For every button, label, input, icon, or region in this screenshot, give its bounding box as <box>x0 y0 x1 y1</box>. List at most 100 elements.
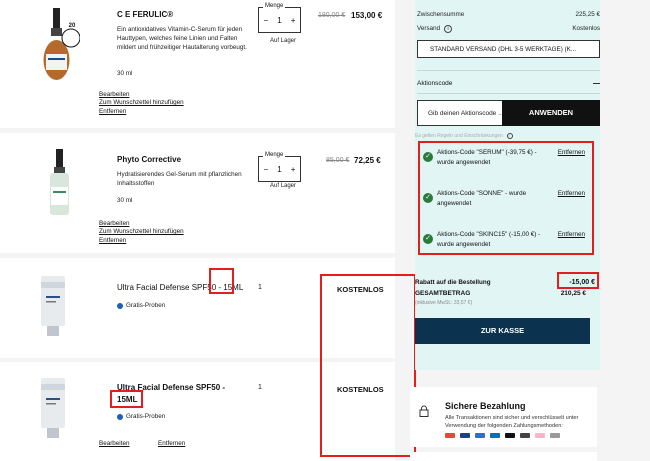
check-icon: ✓ <box>423 234 433 244</box>
remove-promo-link[interactable]: Entfernen <box>558 148 585 158</box>
subtotal-row: Zwischensumme 225,25 € <box>417 11 600 18</box>
vat-note: (inklusive MwSt.: 33,57 €) <box>415 300 473 306</box>
secure-payment-text: Alle Transaktionen sind sicher und versc… <box>445 415 579 429</box>
total-label: GESAMTBETRAG <box>415 290 471 297</box>
total-row: GESAMTBETRAG 210,25 € <box>415 290 600 297</box>
cart-item-sample-1: Ultra Facial Defense SPF50 - 15ML Gratis… <box>0 258 395 358</box>
free-sample-tag: Gratis-Proben <box>117 413 165 420</box>
product-name-line2: 15ML <box>117 395 138 404</box>
product-description: Ein antioxidatives Vitamin-C-Serum für j… <box>117 26 247 51</box>
edit-link[interactable]: Bearbeiten <box>99 440 129 449</box>
quantity-value: 1 <box>258 384 262 391</box>
shipping-row: Versand i Kostenlos <box>417 25 600 33</box>
decrease-button[interactable]: − <box>264 16 269 25</box>
subtotal-label: Zwischensumme <box>417 11 465 18</box>
remove-link[interactable]: Entfernen <box>158 440 185 449</box>
klarna-icon <box>535 433 545 438</box>
subtotal-value: 225,25 € <box>575 11 600 18</box>
ce-ferulic-bottle-image <box>43 8 80 80</box>
add-to-wishlist-link[interactable]: Zum Wunschzettel hinzufügen <box>99 228 184 237</box>
order-summary: Zwischensumme 225,25 € Versand i Kostenlo… <box>415 0 600 370</box>
product-name: Phyto Corrective <box>117 155 182 164</box>
promo-section-label: Aktionscode <box>417 80 453 87</box>
promo-code-section-header[interactable]: Aktionscode <box>417 80 600 87</box>
check-icon: ✓ <box>423 193 433 203</box>
checkout-button[interactable]: ZUR KASSE <box>415 318 590 344</box>
product-size: 30 ml <box>117 197 133 204</box>
increase-button[interactable]: + <box>291 165 296 174</box>
promo-text: Aktions-Code "SONNE" - wurde angewendet <box>437 190 527 207</box>
product-name: Ultra Facial Defense SPF50 - 15ML <box>117 283 244 292</box>
terms-note: Es gelten Regeln und Einschränkungen i <box>415 133 513 139</box>
info-icon[interactable]: i <box>444 25 453 33</box>
quantity-value[interactable]: 1 <box>277 165 281 174</box>
decrease-button[interactable]: − <box>264 165 269 174</box>
secure-payment-title: Sichere Bezahlung <box>445 401 526 411</box>
divider <box>417 93 600 94</box>
promo-text: Aktions-Code "SKINC15" (-15,00 €) - wurd… <box>437 231 541 248</box>
spf-tube-image <box>41 378 65 438</box>
sample-dot-icon <box>117 413 123 420</box>
free-sample-label: Gratis-Proben <box>126 302 166 309</box>
phyto-corrective-bottle-image <box>50 149 69 215</box>
product-size: 30 ml <box>117 70 133 77</box>
remove-link[interactable]: Entfernen <box>99 108 126 117</box>
quantity-stepper[interactable]: Menge − 1 + <box>258 152 301 182</box>
free-sample-label: Gratis-Proben <box>126 413 166 420</box>
free-sample-tag: Gratis-Proben <box>117 302 165 309</box>
shipping-value: Kostenlos <box>572 25 600 32</box>
check-icon: ✓ <box>423 152 433 162</box>
divider <box>417 70 600 71</box>
cart-items: 20 C E FERULIC® Ein antioxidatives Vitam… <box>0 0 395 461</box>
secure-payment-card: Sichere Bezahlung Alle Transaktionen sin… <box>410 387 597 447</box>
new-price: 72,25 € <box>354 156 381 165</box>
cart-item-sample-2: Ultra Facial Defense SPF50 - 15ML Gratis… <box>0 362 395 461</box>
remove-promo-link[interactable]: Entfernen <box>558 230 585 240</box>
free-price: KOSTENLOS <box>337 285 384 294</box>
stock-status: Auf Lager <box>270 183 297 189</box>
stock-status: Auf Lager <box>270 38 297 44</box>
old-price: 85,00 € <box>326 157 350 164</box>
product-name: C E FERULIC® <box>117 10 174 19</box>
total-value: 210,25 € <box>560 290 586 297</box>
visa-icon <box>460 433 470 438</box>
sample-dot-icon <box>117 302 123 309</box>
discount-row: Rabatt auf die Bestellung -15,00 € <box>415 279 600 286</box>
product-description: Hydratisierendes Gel-Serum mit pflanzlic… <box>117 171 242 187</box>
googlepay-icon <box>520 433 530 438</box>
new-price: 153,00 € <box>351 11 383 20</box>
free-price: KOSTENLOS <box>337 385 384 394</box>
lock-icon <box>419 405 429 417</box>
add-to-wishlist-link[interactable]: Zum Wunschzettel hinzufügen <box>99 99 184 108</box>
remove-promo-link[interactable]: Entfernen <box>558 189 585 199</box>
collapse-icon[interactable] <box>593 83 600 84</box>
apply-promo-button[interactable]: ANWENDEN <box>502 100 600 126</box>
payment-icons <box>445 433 560 438</box>
quantity-stepper[interactable]: Menge − 1 + <box>258 3 301 33</box>
shipping-method-select[interactable]: STANDARD VERSAND (DHL 3-5 WERKTAGE) (K..… <box>417 40 600 58</box>
info-icon[interactable]: i <box>506 133 513 139</box>
page-margin <box>600 0 650 461</box>
quantity-value[interactable]: 1 <box>277 16 281 25</box>
spf-tube-image <box>41 276 65 336</box>
sofort-icon <box>550 433 560 438</box>
increase-button[interactable]: + <box>291 16 296 25</box>
old-price: 180,00 € <box>318 12 346 19</box>
product-name-line1: Ultra Facial Defense SPF50 - <box>117 383 226 392</box>
discount-label: Rabatt auf die Bestellung <box>415 279 491 286</box>
amex-icon <box>475 433 485 438</box>
quantity-label: Menge <box>263 152 286 158</box>
shipping-label: Versand <box>417 25 441 32</box>
discount-badge: 20 <box>68 23 76 29</box>
applepay-icon <box>505 433 515 438</box>
discount-value: -15,00 € <box>569 279 595 286</box>
promo-text: Aktions-Code "SERUM" (-39,75 €) - wurde … <box>437 149 537 166</box>
cart-item-phyto-corrective: Phyto Corrective Hydratisierendes Gel-Se… <box>0 133 395 253</box>
cart-item-ce-ferulic: 20 C E FERULIC® Ein antioxidatives Vitam… <box>0 0 395 128</box>
mastercard-icon <box>445 433 455 438</box>
quantity-value: 1 <box>258 284 262 291</box>
quantity-label: Menge <box>263 3 286 9</box>
paypal-icon <box>490 433 500 438</box>
remove-link[interactable]: Entfernen <box>99 237 126 246</box>
bottom-card-edge <box>410 452 597 461</box>
